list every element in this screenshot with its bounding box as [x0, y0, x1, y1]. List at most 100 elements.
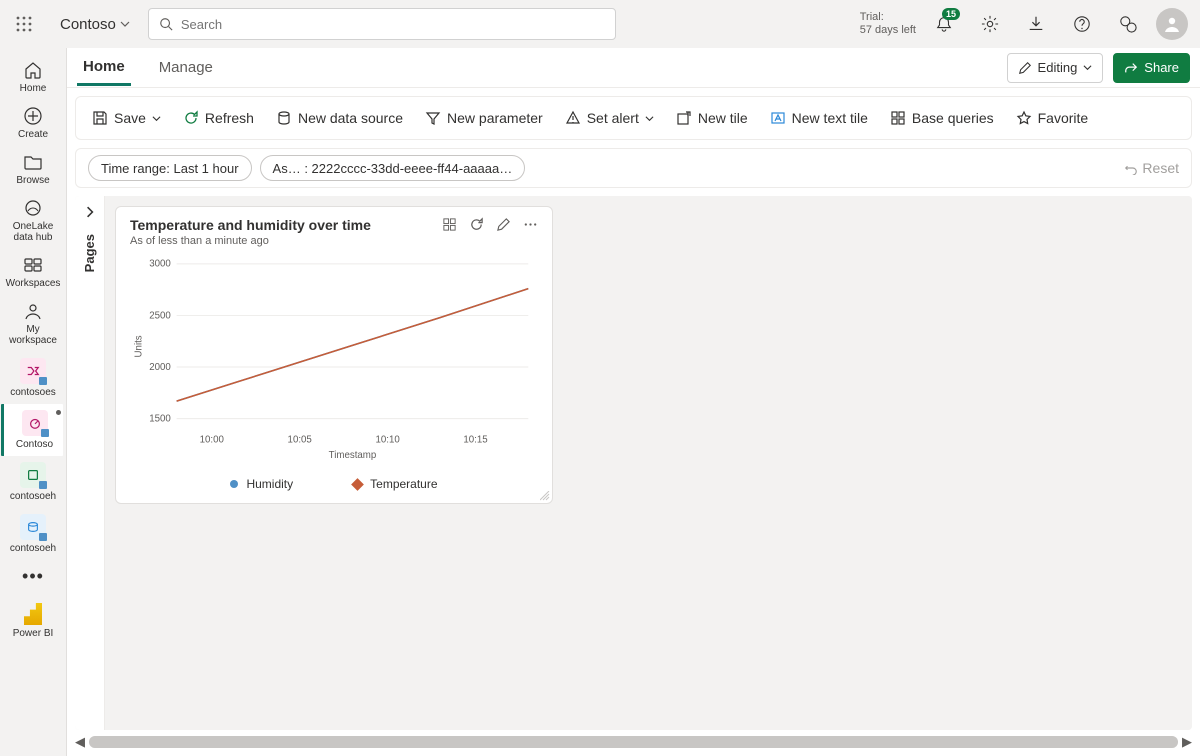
share-button[interactable]: Share [1113, 53, 1190, 83]
nav-onelake-label: OneLake data hub [2, 221, 64, 243]
chevron-down-icon [1083, 63, 1092, 72]
cmd-newparam-label: New parameter [447, 110, 543, 126]
legend-humidity[interactable]: Humidity [230, 477, 293, 491]
nav-powerbi[interactable]: Power BI [2, 593, 64, 645]
cmd-basequeries-label: Base queries [912, 110, 994, 126]
app-launcher-button[interactable] [6, 6, 42, 42]
nav-more[interactable]: ••• [2, 560, 64, 593]
cmd-new-tile[interactable]: New tile [672, 106, 752, 130]
download-button[interactable] [1018, 6, 1054, 42]
cmd-refresh[interactable]: Refresh [179, 106, 258, 130]
text-tile-icon [770, 110, 786, 126]
chevron-down-icon [152, 114, 161, 123]
reset-button[interactable]: Reset [1124, 160, 1179, 176]
cmd-newtile-label: New tile [698, 110, 748, 126]
cmd-new-parameter[interactable]: New parameter [421, 106, 547, 130]
cmd-base-queries[interactable]: Base queries [886, 106, 998, 130]
user-avatar[interactable] [1156, 8, 1188, 40]
cmd-favorite[interactable]: Favorite [1012, 106, 1093, 130]
nav-browse-label: Browse [16, 175, 49, 186]
cmd-save-label: Save [114, 110, 146, 126]
powerbi-icon [24, 603, 42, 625]
alert-icon [565, 110, 581, 126]
svg-text:10:00: 10:00 [200, 435, 225, 446]
tile-edit-button[interactable] [496, 217, 511, 232]
cmd-alert-label: Set alert [587, 110, 639, 126]
asset-filter-pill[interactable]: As… : 2222cccc-33dd-eeee-ff44-aaaaa… [260, 155, 526, 181]
tile-resize-handle[interactable] [540, 491, 550, 501]
cmd-refresh-label: Refresh [205, 110, 254, 126]
folder-icon [23, 152, 43, 172]
share-label: Share [1144, 60, 1179, 75]
editing-mode-dropdown[interactable]: Editing [1007, 53, 1104, 83]
grid-icon [442, 217, 457, 232]
legend-temperature[interactable]: Temperature [353, 477, 437, 491]
chevron-down-icon [645, 114, 654, 123]
tile-actions [442, 217, 538, 232]
tile-subtitle: As of less than a minute ago [130, 235, 371, 247]
chart-legend: Humidity Temperature [130, 477, 538, 491]
scroll-right-button[interactable]: ▶ [1182, 734, 1192, 750]
share-icon [1124, 61, 1138, 75]
search-input[interactable] [181, 17, 605, 32]
star-icon [1016, 110, 1032, 126]
top-bar: Contoso Trial: 57 days left 15 [0, 0, 1200, 48]
main-region: Home Manage Editing Share Save [67, 48, 1200, 756]
nav-onelake[interactable]: OneLake data hub [2, 192, 64, 249]
eventstream-icon [20, 358, 46, 384]
scroll-left-button[interactable]: ◀ [75, 734, 85, 750]
unsaved-dot-icon [56, 410, 61, 415]
nav-my-workspace[interactable]: My workspace [2, 295, 64, 352]
time-range-pill[interactable]: Time range: Last 1 hour [88, 155, 252, 181]
nav-workspaces[interactable]: Workspaces [2, 249, 64, 295]
left-nav: Home Create Browse OneLake data hub Work… [0, 48, 67, 756]
feedback-button[interactable] [1110, 6, 1146, 42]
workspaces-icon [23, 255, 43, 275]
help-button[interactable] [1064, 6, 1100, 42]
nav-contosoeh-1[interactable]: contosoeh [2, 456, 64, 508]
person-icon [1162, 14, 1182, 34]
tile-add-icon [676, 110, 692, 126]
nav-contosoes-label: contosoes [10, 387, 56, 398]
nav-home-label: Home [20, 83, 47, 94]
tile-header: Temperature and humidity over time As of… [130, 217, 538, 247]
nav-contoso-label: Contoso [16, 439, 53, 450]
trial-line2: 57 days left [860, 24, 916, 37]
cmd-save[interactable]: Save [88, 106, 165, 130]
svg-text:10:10: 10:10 [375, 435, 400, 446]
cmd-set-alert[interactable]: Set alert [561, 106, 658, 130]
pencil-icon [1018, 61, 1032, 75]
nav-contosoes[interactable]: contosoes [2, 352, 64, 404]
tile-more-button[interactable] [523, 217, 538, 232]
editing-label: Editing [1038, 60, 1078, 75]
horizontal-scrollbar[interactable]: ◀ ▶ [75, 734, 1192, 750]
chevron-right-icon [84, 206, 96, 218]
svg-text:10:15: 10:15 [463, 435, 487, 446]
tab-home[interactable]: Home [77, 50, 131, 86]
search-icon [159, 17, 173, 31]
search-box[interactable] [148, 8, 616, 40]
trial-status: Trial: 57 days left [860, 11, 916, 37]
workspace-dropdown[interactable]: Contoso [60, 16, 130, 33]
chevron-down-icon [120, 19, 130, 29]
tab-manage[interactable]: Manage [153, 51, 219, 84]
tile-title: Temperature and humidity over time [130, 217, 371, 233]
settings-button[interactable] [972, 6, 1008, 42]
tile-temp-humidity[interactable]: Temperature and humidity over time As of… [115, 206, 553, 504]
scrollbar-track[interactable] [89, 736, 1178, 748]
nav-browse[interactable]: Browse [2, 146, 64, 192]
nav-contosoeh-2[interactable]: contosoeh [2, 508, 64, 560]
tile-refresh-button[interactable] [469, 217, 484, 232]
undo-icon [1124, 161, 1138, 175]
expand-pages-button[interactable] [78, 200, 102, 224]
scrollbar-thumb[interactable] [89, 736, 1178, 748]
nav-home[interactable]: Home [2, 54, 64, 100]
cmd-new-data-source[interactable]: New data source [272, 106, 407, 130]
cmd-new-text-tile[interactable]: New text tile [766, 106, 872, 130]
nav-create[interactable]: Create [2, 100, 64, 146]
dashboard-canvas[interactable]: Temperature and humidity over time As of… [105, 196, 1192, 730]
notifications-button[interactable]: 15 [926, 6, 962, 42]
tile-explore-button[interactable] [442, 217, 457, 232]
temperature-marker-icon [351, 478, 364, 491]
nav-contoso[interactable]: Contoso [1, 404, 63, 456]
